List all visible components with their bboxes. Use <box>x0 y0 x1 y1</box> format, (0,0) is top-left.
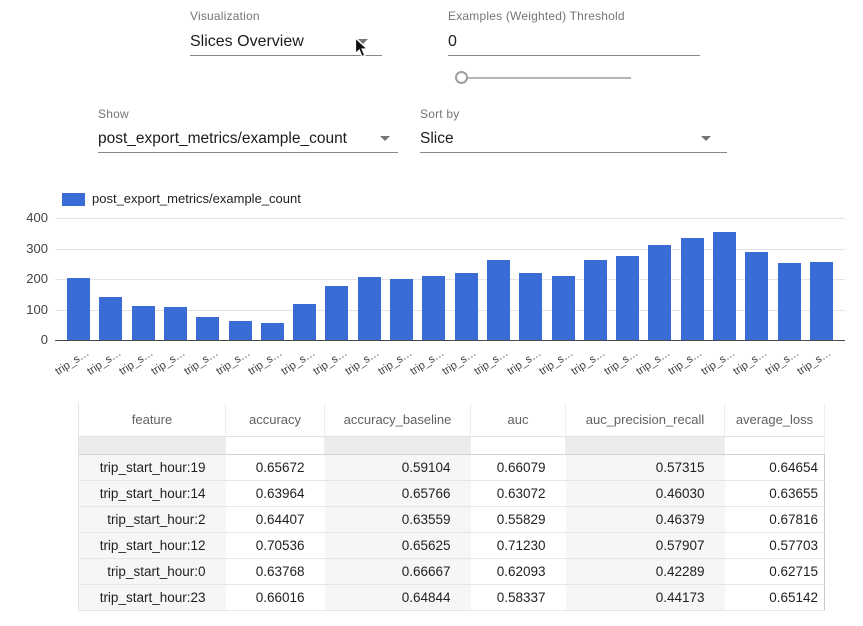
metric-cell[interactable]: 0.63072 <box>471 480 566 506</box>
feature-cell[interactable]: trip_start_hour:2 <box>79 506 226 532</box>
metric-cell[interactable]: 0.46379 <box>566 506 725 532</box>
metric-cell[interactable]: 0.42289 <box>566 558 725 584</box>
table-row[interactable]: trip_start_hour:120.705360.656250.712300… <box>79 532 825 558</box>
metric-cell[interactable]: 0.44173 <box>566 584 725 610</box>
table-filter-row <box>79 436 825 454</box>
metric-cell[interactable]: 0.65142 <box>725 584 825 610</box>
bar[interactable] <box>584 260 607 340</box>
metric-cell[interactable]: 0.63559 <box>325 506 471 532</box>
metric-cell[interactable]: 0.58337 <box>471 584 566 610</box>
metric-cell[interactable]: 0.59104 <box>325 454 471 480</box>
bar[interactable] <box>164 307 187 340</box>
metric-cell[interactable]: 0.65672 <box>226 454 325 480</box>
y-axis-tick-label: 400 <box>16 210 48 225</box>
filter-cell <box>566 436 725 454</box>
metric-cell[interactable]: 0.63964 <box>226 480 325 506</box>
bar[interactable] <box>229 321 252 340</box>
feature-cell[interactable]: trip_start_hour:14 <box>79 480 226 506</box>
y-axis-tick-label: 200 <box>16 271 48 286</box>
bar[interactable] <box>616 256 639 340</box>
filter-cell <box>325 436 471 454</box>
metric-cell[interactable]: 0.65625 <box>325 532 471 558</box>
column-header[interactable]: feature <box>79 403 226 436</box>
bar[interactable] <box>67 278 90 340</box>
bar[interactable] <box>99 297 122 340</box>
bar[interactable] <box>293 304 316 340</box>
y-axis-tick-label: 300 <box>16 241 48 256</box>
filter-cell <box>226 436 325 454</box>
metric-cell[interactable]: 0.62715 <box>725 558 825 584</box>
metric-cell[interactable]: 0.63655 <box>725 480 825 506</box>
bar[interactable] <box>132 306 155 340</box>
mouse-cursor-icon <box>354 37 369 64</box>
bar[interactable] <box>325 286 348 340</box>
bar[interactable] <box>648 245 671 340</box>
metric-cell[interactable]: 0.65766 <box>325 480 471 506</box>
bar[interactable] <box>519 273 542 340</box>
metric-cell[interactable]: 0.66079 <box>471 454 566 480</box>
metric-cell[interactable]: 0.66667 <box>325 558 471 584</box>
filter-cell <box>79 436 226 454</box>
feature-cell[interactable]: trip_start_hour:12 <box>79 532 226 558</box>
bar[interactable] <box>487 260 510 340</box>
metric-cell[interactable]: 0.64654 <box>725 454 825 480</box>
column-header[interactable]: accuracy_baseline <box>325 403 471 436</box>
x-axis-line <box>55 340 845 341</box>
filter-cell <box>725 436 825 454</box>
metric-cell[interactable]: 0.70536 <box>226 532 325 558</box>
metric-cell[interactable]: 0.55829 <box>471 506 566 532</box>
metric-cell[interactable]: 0.57703 <box>725 532 825 558</box>
bar[interactable] <box>196 317 219 340</box>
metric-cell[interactable]: 0.66016 <box>226 584 325 610</box>
feature-cell[interactable]: trip_start_hour:0 <box>79 558 226 584</box>
metric-cell[interactable]: 0.64407 <box>226 506 325 532</box>
metrics-table: featureaccuracyaccuracy_baselineaucauc_p… <box>78 403 825 611</box>
bar[interactable] <box>810 262 833 340</box>
bar[interactable] <box>681 238 704 340</box>
feature-cell[interactable]: trip_start_hour:23 <box>79 584 226 610</box>
column-header[interactable]: auc <box>471 403 566 436</box>
bar[interactable] <box>261 323 284 340</box>
feature-cell[interactable]: trip_start_hour:19 <box>79 454 226 480</box>
metric-cell[interactable]: 0.57315 <box>566 454 725 480</box>
table-header-row: featureaccuracyaccuracy_baselineaucauc_p… <box>79 403 825 436</box>
table-row[interactable]: trip_start_hour:140.639640.657660.630720… <box>79 480 825 506</box>
column-header[interactable]: accuracy <box>226 403 325 436</box>
column-header[interactable]: average_loss <box>725 403 825 436</box>
metrics-table-container: featureaccuracyaccuracy_baselineaucauc_p… <box>78 403 825 611</box>
bar[interactable] <box>358 277 381 340</box>
bar[interactable] <box>422 276 445 340</box>
column-header[interactable]: auc_precision_recall <box>566 403 725 436</box>
metric-cell[interactable]: 0.67816 <box>725 506 825 532</box>
bar[interactable] <box>390 279 413 340</box>
y-gridline <box>55 218 845 219</box>
y-axis-tick-label: 0 <box>16 332 48 347</box>
metric-cell[interactable]: 0.62093 <box>471 558 566 584</box>
metric-cell[interactable]: 0.46030 <box>566 480 725 506</box>
table-row[interactable]: trip_start_hour:190.656720.591040.660790… <box>79 454 825 480</box>
y-axis-tick-label: 100 <box>16 302 48 317</box>
bar[interactable] <box>552 276 575 340</box>
metric-cell[interactable]: 0.63768 <box>226 558 325 584</box>
table-row[interactable]: trip_start_hour:20.644070.635590.558290.… <box>79 506 825 532</box>
bar[interactable] <box>455 273 478 340</box>
tfma-slices-overview-app: Visualization Slices Overview Examples (… <box>0 0 863 626</box>
bar[interactable] <box>713 232 736 340</box>
bar[interactable] <box>745 252 768 340</box>
metric-cell[interactable]: 0.64844 <box>325 584 471 610</box>
bar[interactable] <box>778 263 801 340</box>
metric-cell[interactable]: 0.71230 <box>471 532 566 558</box>
table-row[interactable]: trip_start_hour:00.637680.666670.620930.… <box>79 558 825 584</box>
metric-cell[interactable]: 0.57907 <box>566 532 725 558</box>
filter-cell <box>471 436 566 454</box>
table-row[interactable]: trip_start_hour:230.660160.648440.583370… <box>79 584 825 610</box>
